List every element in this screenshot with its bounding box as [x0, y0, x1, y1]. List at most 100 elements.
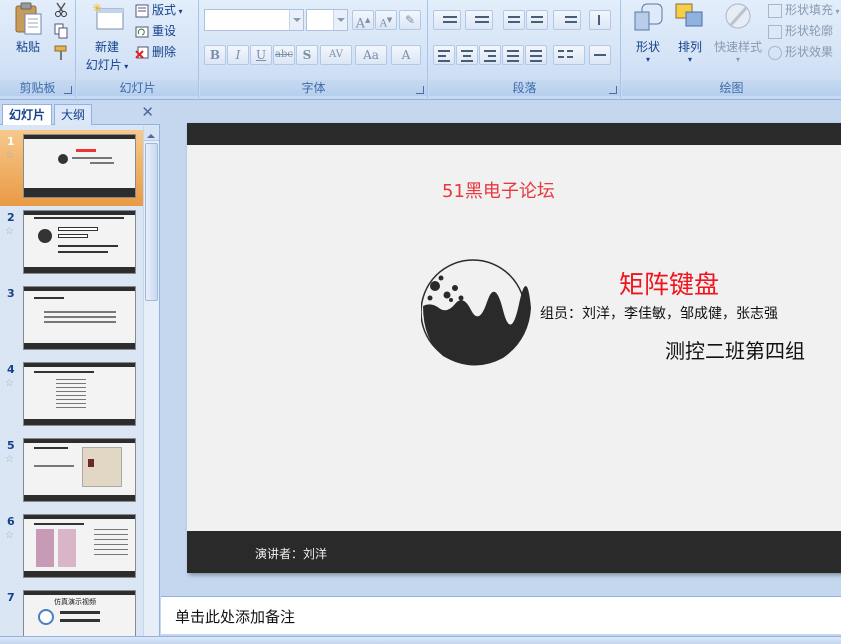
new-slide-dropdown-icon: ▾	[121, 62, 129, 71]
status-bar	[0, 636, 841, 644]
cut-icon[interactable]	[54, 2, 68, 22]
thumbnail-item[interactable]: 3	[0, 282, 144, 358]
forum-text[interactable]: 51黑电子论坛	[442, 177, 555, 203]
font-size-dropdown-icon[interactable]	[333, 10, 347, 30]
tab-outline[interactable]: 大纲	[54, 104, 93, 125]
align-left-icon[interactable]	[433, 45, 455, 65]
arrange-button[interactable]: 排列 ▾	[670, 2, 710, 64]
shape-fill-button[interactable]: 形状填充 ▾	[768, 0, 840, 20]
font-group-label: 字体	[200, 80, 427, 96]
slide-top-bar	[187, 123, 841, 145]
thumbnail-item[interactable]: 4 ☆	[0, 358, 144, 434]
change-case-button[interactable]: Aa	[355, 45, 387, 65]
slide-edit-area: 51黑电子论坛 矩阵键盘 组员：刘洋，李佳敏，邹成健，张志强 测控二班第四组 演…	[161, 101, 841, 595]
reset-icon	[135, 25, 149, 39]
paragraph-dialog-launcher[interactable]	[609, 86, 617, 94]
strikethrough-button[interactable]: abc	[273, 45, 295, 65]
shape-effects-label: 形状效果	[785, 45, 834, 59]
align-center-icon[interactable]	[456, 45, 478, 65]
tab-slides[interactable]: 幻灯片	[2, 104, 53, 125]
shape-outline-label: 形状轮廓	[785, 24, 834, 38]
justify-icon[interactable]	[502, 45, 524, 65]
numbering-icon[interactable]	[465, 10, 493, 30]
animation-star-icon: ☆	[5, 226, 14, 237]
increase-indent-icon[interactable]	[526, 10, 548, 30]
copy-icon[interactable]	[54, 23, 68, 43]
thumbnail-item[interactable]: 6 ☆	[0, 510, 144, 586]
text-shadow-button[interactable]: S	[296, 45, 318, 65]
grow-font-button[interactable]: A▲	[352, 10, 374, 31]
current-slide[interactable]: 51黑电子论坛 矩阵键盘 组员：刘洋，李佳敏，邹成健，张志强 测控二班第四组 演…	[187, 123, 841, 573]
slide-thumbnail	[23, 134, 136, 198]
character-spacing-button[interactable]: AV	[320, 45, 352, 65]
bold-button[interactable]: B	[204, 45, 226, 65]
thumbnail-item[interactable]: 1 ☆	[0, 130, 144, 206]
notes-placeholder[interactable]: 单击此处添加备注	[175, 606, 295, 627]
font-color-button[interactable]: A	[391, 45, 421, 65]
shrink-font-button[interactable]: A▼	[375, 10, 397, 30]
animation-star-icon: ☆	[5, 150, 14, 161]
text-direction-icon[interactable]	[589, 10, 611, 30]
shape-effects-icon	[768, 45, 782, 60]
paragraph-group-label: 段落	[429, 80, 620, 96]
quick-styles-button[interactable]: 快速样式 ▾	[710, 2, 766, 64]
clipboard-dialog-launcher[interactable]	[64, 86, 72, 94]
close-icon[interactable]: ✕	[141, 105, 154, 120]
columns-icon[interactable]	[553, 45, 585, 65]
arrange-icon	[674, 2, 706, 34]
align-right-icon[interactable]	[479, 45, 501, 65]
quick-styles-dropdown-icon: ▾	[735, 55, 740, 64]
layout-icon	[135, 4, 149, 18]
paste-button[interactable]: 粘贴	[6, 2, 50, 55]
scrollbar-thumb[interactable]	[145, 143, 158, 301]
thumbnail-item[interactable]: 5 ☆	[0, 434, 144, 510]
scroll-up-icon[interactable]	[144, 126, 159, 141]
thumbnail-list: 1 ☆ 2 ☆ 3 4 ☆ 5 ☆ 6 ☆ 7 仿真演示视频	[0, 126, 144, 638]
bullets-icon[interactable]	[433, 10, 461, 30]
thumbnail-number: 5	[7, 439, 15, 452]
font-size-combo[interactable]	[306, 9, 348, 31]
reset-button[interactable]: 重设	[135, 21, 176, 41]
font-name-combo[interactable]	[204, 9, 304, 31]
quick-styles-label: 快速样式	[713, 40, 762, 54]
new-slide-label-1: 新建	[94, 40, 119, 54]
shapes-label: 形状	[635, 40, 660, 54]
delete-slide-button[interactable]: 删除	[135, 42, 176, 62]
svg-text:✳: ✳	[92, 2, 102, 15]
layout-dropdown-icon: ▾	[176, 7, 183, 16]
shape-effects-button[interactable]: 形状效果	[768, 42, 833, 62]
underline-button[interactable]: U	[250, 45, 272, 65]
clear-formatting-icon[interactable]: ✎	[399, 10, 421, 30]
thumbnail-item[interactable]: 2 ☆	[0, 206, 144, 282]
slide-thumbnail	[23, 362, 136, 426]
slides-group-label: 幻灯片	[77, 80, 198, 96]
layout-label: 版式	[152, 3, 177, 17]
pane-tabs: 幻灯片 大纲 ✕	[0, 101, 160, 125]
presenter-text[interactable]: 演讲者：刘洋	[255, 545, 327, 562]
shapes-dropdown-icon: ▾	[645, 55, 650, 64]
font-dialog-launcher[interactable]	[416, 86, 424, 94]
line-spacing-icon[interactable]	[553, 10, 581, 30]
shape-outline-button[interactable]: 形状轮廓	[768, 21, 833, 41]
notes-pane[interactable]: 单击此处添加备注	[161, 596, 841, 634]
slides-group: ✳ 新建 幻灯片 ▾ 版式 ▾ 重设 删除 幻灯片	[77, 0, 199, 98]
italic-button[interactable]: I	[227, 45, 249, 65]
thumbnail-item[interactable]: 7 仿真演示视频	[0, 586, 144, 638]
thumbnail-scrollbar[interactable]	[143, 126, 159, 638]
members-text[interactable]: 组员：刘洋，李佳敏，邹成健，张志强	[540, 303, 778, 323]
ribbon: 粘贴 剪贴板 ✳ 新建 幻灯片 ▾ 版式 ▾ 重设 删除 幻灯片 A▲ A▼ ✎…	[0, 0, 841, 100]
decrease-indent-icon[interactable]	[503, 10, 525, 30]
slide-title[interactable]: 矩阵键盘	[619, 265, 719, 301]
font-name-dropdown-icon[interactable]	[289, 10, 303, 30]
new-slide-label-2: 幻灯片	[85, 58, 122, 72]
class-group-text[interactable]: 测控二班第四组	[665, 335, 805, 364]
shape-fill-dropdown-icon: ▾	[833, 7, 840, 16]
shapes-button[interactable]: 形状 ▾	[628, 2, 668, 64]
distributed-icon[interactable]	[525, 45, 547, 65]
format-painter-icon[interactable]	[54, 45, 68, 65]
shape-fill-label: 形状填充	[785, 3, 834, 17]
new-slide-button[interactable]: ✳ 新建 幻灯片 ▾	[81, 1, 133, 73]
layout-button[interactable]: 版式 ▾	[135, 0, 183, 20]
shape-outline-icon	[768, 24, 782, 39]
smartart-icon[interactable]	[589, 45, 611, 65]
